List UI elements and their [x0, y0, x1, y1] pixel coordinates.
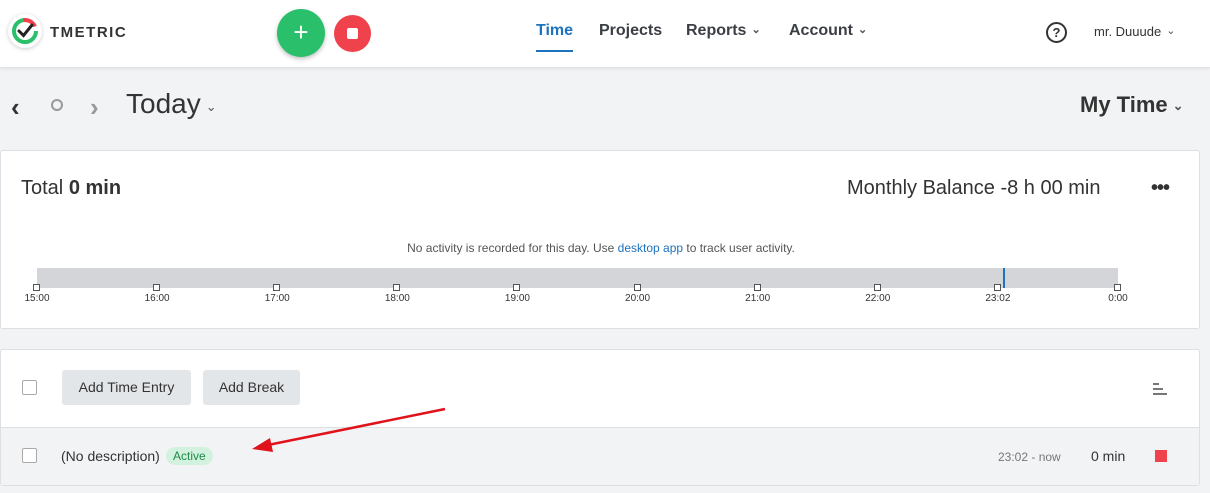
timeline-tick-mark — [33, 284, 40, 291]
timeline-tick-mark — [273, 284, 281, 291]
logo-text: TMETRIC — [50, 24, 128, 41]
current-time-marker — [1003, 268, 1005, 288]
start-timer-button[interactable]: + — [277, 9, 325, 57]
user-name: mr. Duuude — [1094, 24, 1162, 39]
user-menu[interactable]: mr. Duuude ⌄ — [1094, 24, 1175, 39]
time-entries-card: Add Time Entry Add Break (No description… — [0, 349, 1200, 486]
timeline-tick-label: 22:00 — [865, 293, 891, 304]
total-value: 0 min — [68, 177, 122, 199]
timeline-tick-mark — [1114, 284, 1121, 291]
timeline-tick-label: 21:00 — [745, 293, 771, 304]
more-options-icon[interactable]: ••• — [1151, 177, 1170, 200]
activity-note: No activity is recorded for this day. Us… — [1, 241, 1201, 255]
timeline-tick-mark — [993, 284, 1001, 291]
top-bar: TMETRIC + Time Projects Reports ⌄ Account… — [0, 0, 1210, 68]
view-selector[interactable]: My Time ⌄ — [1080, 92, 1184, 118]
timeline-tick-label: 16:00 — [144, 293, 170, 304]
chevron-down-icon: ⌄ — [751, 24, 761, 36]
total-label: Total — [21, 177, 64, 199]
add-time-entry-button[interactable]: Add Time Entry — [62, 370, 191, 405]
total-summary: Total 0 min — [21, 177, 121, 200]
timeline-tick-label: 15:00 — [24, 293, 50, 304]
chevron-down-icon: ⌄ — [1172, 98, 1184, 113]
sort-icon[interactable] — [1153, 383, 1167, 395]
period-label: Today — [126, 88, 201, 119]
balance-value: -8 h 00 min — [1000, 177, 1101, 199]
timeline-tick-mark — [153, 284, 161, 291]
activity-note-text-end: to track user activity. — [683, 241, 795, 255]
chevron-down-icon: ⌄ — [205, 99, 217, 114]
nav-account[interactable]: Account ⌄ — [789, 22, 867, 40]
add-break-button[interactable]: Add Break — [203, 370, 300, 405]
stop-icon — [347, 28, 358, 39]
select-all-checkbox[interactable] — [22, 380, 37, 395]
nav-time[interactable]: Time — [536, 22, 573, 40]
view-label: My Time — [1080, 92, 1168, 117]
nav-account-label: Account — [789, 22, 853, 39]
timeline-tick-label: 19:00 — [504, 293, 530, 304]
previous-day-button[interactable]: ‹ — [11, 92, 20, 123]
stop-timer-button[interactable] — [334, 15, 371, 52]
chevron-down-icon: ⌄ — [1166, 25, 1176, 37]
timeline-tick-label: 23:02 — [985, 293, 1011, 304]
status-badge: Active — [166, 447, 213, 465]
entry-duration[interactable]: 0 min — [1091, 448, 1125, 464]
nav-projects[interactable]: Projects — [599, 22, 662, 40]
tmetric-logo-icon[interactable] — [8, 14, 42, 48]
time-entry-row[interactable]: (No description) Active 23:02 - now 0 mi… — [1, 427, 1199, 485]
entry-checkbox[interactable] — [22, 448, 37, 463]
go-to-today-button[interactable] — [51, 99, 63, 111]
balance-label: Monthly Balance — [847, 177, 995, 199]
timeline-tick-mark — [513, 284, 521, 291]
timeline-tick-label: 20:00 — [625, 293, 651, 304]
nav-reports[interactable]: Reports ⌄ — [686, 22, 761, 40]
nav-reports-label: Reports — [686, 22, 747, 39]
activity-note-text: No activity is recorded for this day. Us… — [407, 241, 618, 255]
next-day-button[interactable]: › — [90, 92, 99, 123]
chevron-down-icon: ⌄ — [858, 24, 868, 36]
timeline-tick-mark — [633, 284, 641, 291]
plus-icon: + — [293, 17, 309, 47]
desktop-app-link[interactable]: desktop app — [618, 241, 683, 255]
timeline-tick-label: 0:00 — [1108, 293, 1128, 304]
summary-card: Total 0 min Monthly Balance -8 h 00 min … — [0, 150, 1200, 329]
stop-entry-icon[interactable] — [1155, 450, 1167, 462]
timeline-tick-mark — [393, 284, 401, 291]
activity-timeline[interactable] — [37, 268, 1118, 288]
timeline-tick-mark — [753, 284, 761, 291]
nav-active-indicator — [536, 50, 573, 52]
period-selector[interactable]: Today ⌄ — [126, 88, 217, 120]
timeline-tick-mark — [873, 284, 881, 291]
help-icon[interactable]: ? — [1046, 22, 1067, 43]
entry-time-range[interactable]: 23:02 - now — [998, 450, 1061, 464]
timeline-tick-label: 18:00 — [384, 293, 410, 304]
timeline-tick-label: 17:00 — [264, 293, 290, 304]
entry-description[interactable]: (No description) — [61, 448, 160, 464]
monthly-balance: Monthly Balance -8 h 00 min — [847, 177, 1101, 200]
